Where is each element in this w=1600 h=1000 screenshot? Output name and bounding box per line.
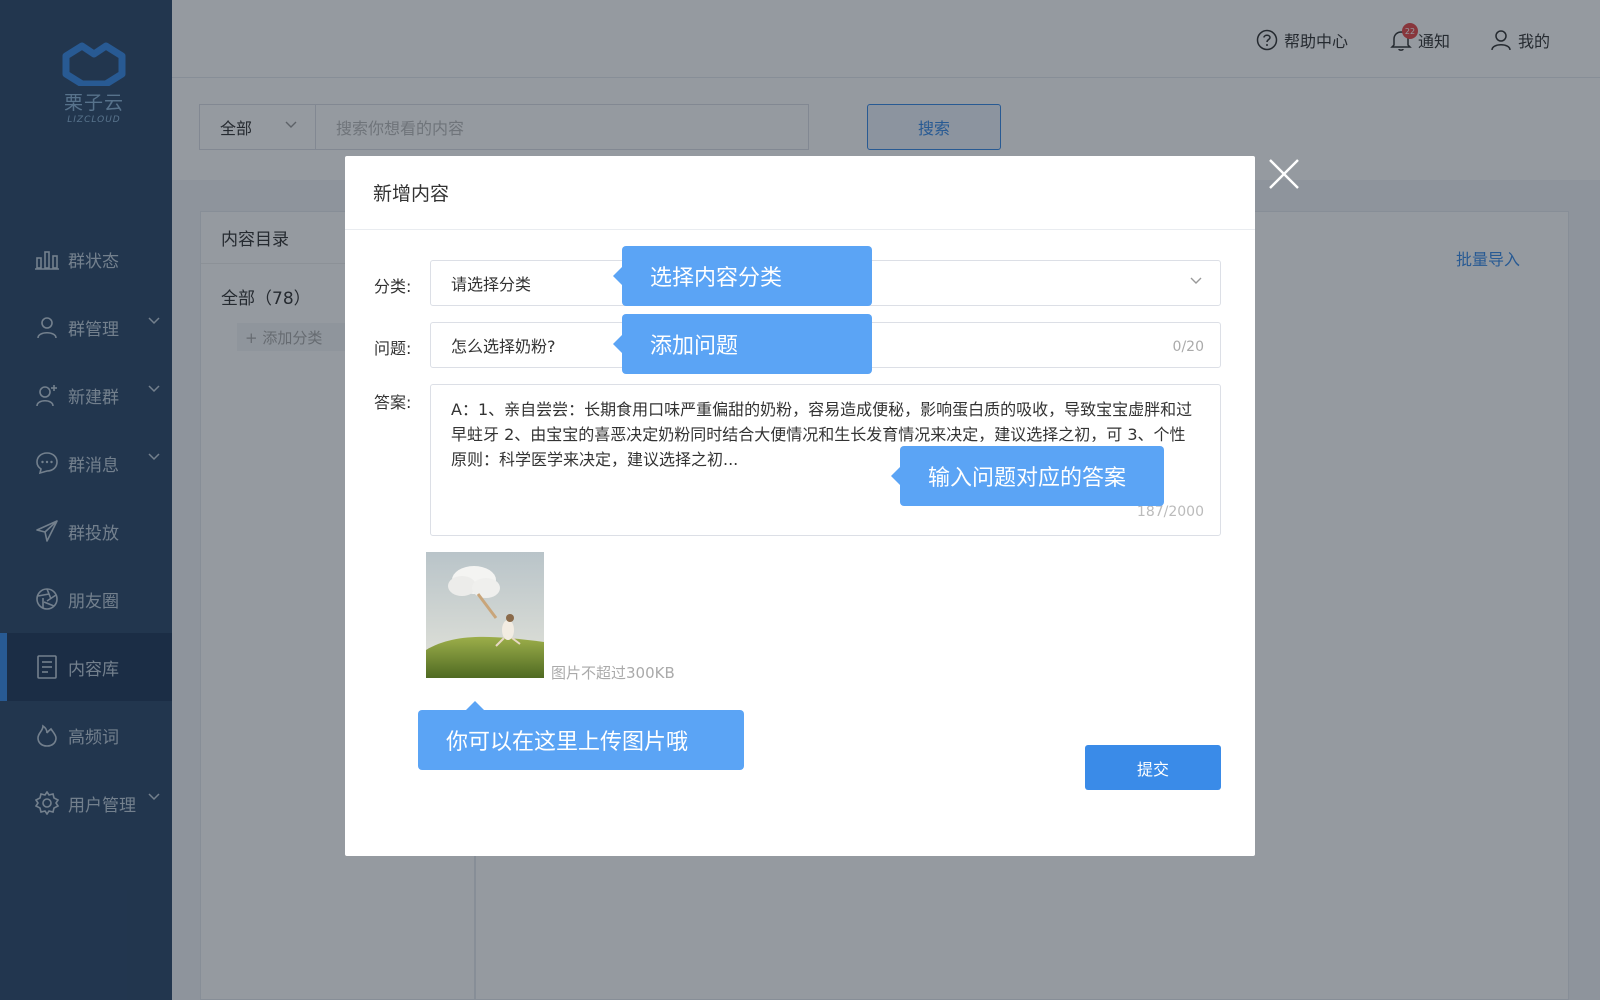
tooltip-answer: 输入问题对应的答案 [891,446,1164,506]
tooltip-category: 选择内容分类 [613,246,872,306]
chevron-down-icon [1190,277,1202,284]
image-size-hint: 图片不超过300KB [551,664,675,682]
answer-label: 答案: [374,393,412,412]
tooltip-question: 添加问题 [613,314,872,374]
submit-button[interactable]: 提交 [1085,745,1221,790]
question-char-count: 0/20 [1172,339,1204,355]
category-label: 分类: [374,277,412,296]
category-placeholder: 请选择分类 [451,275,532,294]
modal-title: 新增内容 [345,156,1255,230]
question-label: 问题: [374,339,412,358]
tooltip-image: 你可以在这里上传图片哦 [418,701,744,770]
close-icon[interactable] [1268,158,1300,190]
question-value: 怎么选择奶粉? [451,337,556,356]
uploaded-image [426,552,544,678]
uploaded-image-thumbnail[interactable] [426,552,544,678]
